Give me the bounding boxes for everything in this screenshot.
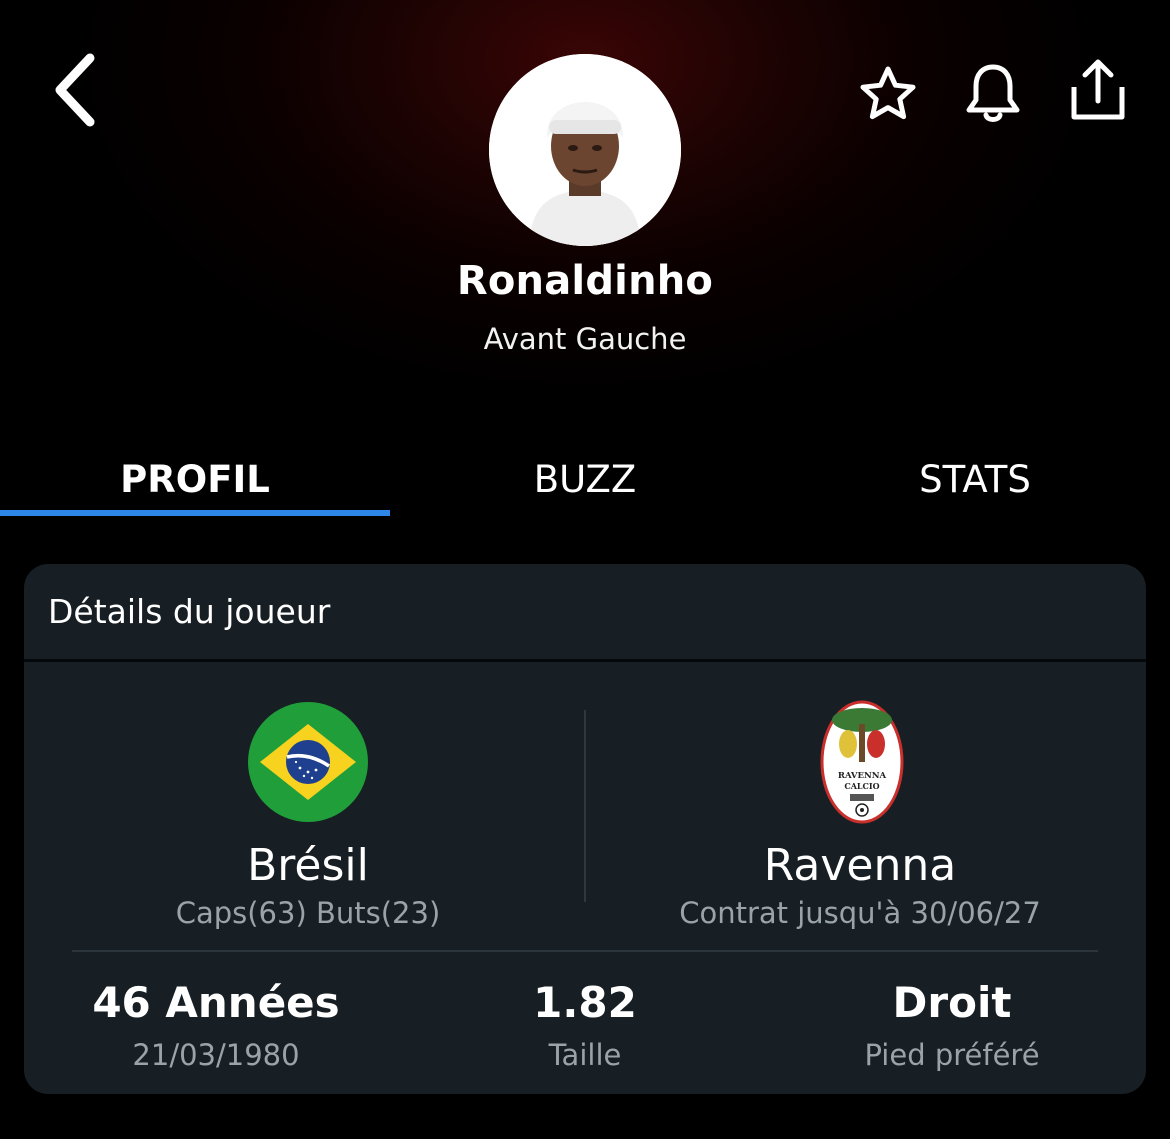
player-position: Avant Gauche <box>483 322 687 356</box>
stats-divider <box>72 950 1098 952</box>
player-name: Ronaldinho <box>456 258 714 304</box>
player-photo <box>489 54 681 246</box>
player-details-card: Détails du joueur Brésil Caps(63) Buts(2… <box>24 564 1146 1094</box>
nation-caps: Caps(63) Buts(23) <box>175 896 441 930</box>
club-name: Ravenna <box>763 840 957 891</box>
card-title: Détails du joueur <box>48 592 331 631</box>
back-button[interactable] <box>40 50 110 130</box>
tab-bar: PROFIL BUZZ STATS <box>0 440 1170 520</box>
height-label: Taille <box>548 1038 622 1072</box>
club-logo-text-bottom: CALCIO <box>844 781 879 791</box>
notifications-button[interactable] <box>957 58 1029 130</box>
height-value: 1.82 <box>533 978 637 1027</box>
foot-label: Pied préféré <box>864 1038 1040 1072</box>
favorite-button[interactable] <box>852 58 924 130</box>
tab-stats[interactable]: STATS <box>780 440 1170 520</box>
card-header-divider <box>24 659 1146 662</box>
ravenna-club-logo[interactable]: RAVENNA CALCIO <box>820 700 904 824</box>
active-tab-indicator <box>0 510 390 516</box>
nation-name: Brésil <box>247 840 369 891</box>
column-divider <box>584 710 586 902</box>
player-profile-screen: Ronaldinho Avant Gauche PROFIL BUZZ STAT… <box>0 0 1170 1139</box>
star-icon <box>860 66 916 120</box>
back-chevron-icon <box>55 53 95 127</box>
foot-value: Droit <box>892 978 1012 1027</box>
player-avatar <box>489 54 681 246</box>
share-icon <box>1071 59 1125 120</box>
age-value: 46 Années <box>92 978 340 1027</box>
brazil-flag-icon <box>248 702 368 822</box>
share-button[interactable] <box>1062 54 1134 126</box>
bell-icon <box>966 64 1020 122</box>
tab-buzz[interactable]: BUZZ <box>390 440 780 520</box>
club-contract: Contrat jusqu'à 30/06/27 <box>679 896 1041 930</box>
tab-profil[interactable]: PROFIL <box>0 440 390 520</box>
birth-date: 21/03/1980 <box>132 1038 300 1072</box>
club-logo-text-top: RAVENNA <box>838 771 887 781</box>
